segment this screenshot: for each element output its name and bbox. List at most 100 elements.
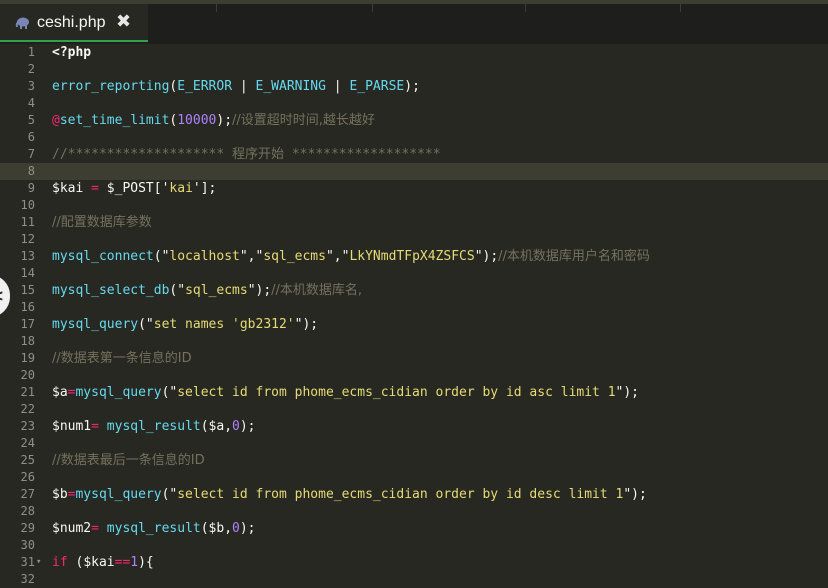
code-text: if ($kai==1){ — [52, 554, 154, 571]
code-token: if — [52, 555, 68, 570]
code-token: $num1 — [52, 419, 92, 434]
fold-toggle-icon[interactable]: ▾ — [36, 554, 41, 571]
code-token: $b — [208, 521, 225, 536]
code-text: //******************** 程序开始 ************… — [52, 146, 441, 163]
code-token: , — [224, 419, 233, 434]
code-token: mysql_query — [75, 487, 162, 502]
code-text: error_reporting(E_ERROR | E_WARNING | E_… — [52, 78, 420, 95]
code-text: <?php — [52, 44, 91, 61]
code-line[interactable]: 26 — [0, 469, 828, 486]
code-token: mysql_result — [106, 419, 201, 434]
code-token: ( — [67, 555, 84, 570]
tab-ceshi-php[interactable]: ceshi.php ✖ — [0, 4, 148, 42]
code-line[interactable]: 17 mysql_query("set names 'gb2312'"); — [0, 316, 828, 333]
code-line[interactable]: 10 — [0, 197, 828, 214]
code-token: 10000 — [177, 113, 217, 128]
code-text: //数据表第一条信息的ID — [52, 350, 192, 367]
code-line[interactable]: 2 — [0, 61, 828, 78]
line-number: 25 — [20, 453, 35, 467]
line-number: 11 — [20, 215, 35, 229]
code-line[interactable]: 24 — [0, 435, 828, 452]
line-number: 24 — [20, 436, 35, 450]
code-line[interactable]: 22 — [0, 401, 828, 418]
line-number: 20 — [20, 368, 35, 382]
code-line[interactable]: 19 //数据表第一条信息的ID — [0, 350, 828, 367]
line-number: 30 — [20, 538, 35, 552]
code-line[interactable]: 1 <?php — [0, 44, 828, 61]
code-token: sql_ecms — [185, 283, 248, 298]
code-line[interactable]: 11 //配置数据库参数 — [0, 214, 828, 231]
code-line[interactable]: 21 $a=mysql_query("select id from phome_e… — [0, 384, 828, 401]
code-token: kai — [169, 181, 193, 196]
line-number: 3 — [27, 79, 35, 93]
code-token: LkYNmdTFpX4ZSFCS — [349, 249, 475, 264]
code-text: //数据表最后一条信息的ID — [52, 452, 205, 469]
code-token: 0 — [232, 521, 240, 536]
code-token: set names 'gb2312' — [153, 317, 295, 332]
line-number: 26 — [20, 470, 35, 484]
code-line[interactable]: 30 — [0, 537, 828, 554]
code-line[interactable]: 20 — [0, 367, 828, 384]
line-number: 13 — [20, 249, 35, 263]
line-number: 28 — [20, 504, 35, 518]
line-number: 32 — [20, 572, 35, 586]
code-text: $num1= mysql_result($a,0); — [52, 418, 256, 435]
code-token: = — [91, 521, 107, 536]
code-token: ( — [200, 521, 209, 536]
code-line[interactable]: 5 @set_time_limit(10000);//设置超时时间,越长越好 — [0, 112, 828, 129]
line-number: 5 — [27, 113, 35, 127]
tab-divider — [372, 4, 373, 12]
code-line[interactable]: 13 mysql_connect("localhost","sql_ecms","… — [0, 248, 828, 265]
code-token: <?php — [52, 45, 92, 60]
code-line[interactable]: 3 error_reporting(E_ERROR | E_WARNING | E… — [0, 78, 828, 95]
code-line[interactable]: 28 — [0, 503, 828, 520]
line-number: 4 — [27, 96, 35, 110]
code-line[interactable]: 4 — [0, 95, 828, 112]
code-line[interactable]: 27 $b=mysql_query("select id from phome_e… — [0, 486, 828, 503]
code-line[interactable]: 7 //******************** 程序开始 ***********… — [0, 146, 828, 163]
code-token: //******************** 程序开始 ************… — [52, 147, 441, 162]
code-token: "); — [474, 249, 499, 264]
code-line[interactable]: 31 ▾ if ($kai==1){ — [0, 554, 828, 571]
tab-divider — [216, 4, 217, 12]
code-line[interactable]: 23 $num1= mysql_result($a,0); — [0, 418, 828, 435]
code-line[interactable]: 12 — [0, 231, 828, 248]
code-line[interactable]: 32 — [0, 571, 828, 588]
tab-divider — [525, 4, 526, 12]
line-number: 27 — [20, 487, 35, 501]
code-line[interactable]: 15 mysql_select_db("sql_ecms");//本机数据库名, — [0, 282, 828, 299]
code-token: == — [114, 555, 131, 570]
code-token: "," — [325, 249, 350, 264]
line-number: 8 — [27, 164, 35, 178]
code-token: "); — [247, 283, 272, 298]
code-token: //配置数据库参数 — [52, 215, 152, 230]
code-token: $kai — [52, 181, 84, 196]
close-icon[interactable]: ✖ — [116, 11, 131, 32]
code-token: 1 — [130, 555, 139, 570]
tab-bar: ceshi.php ✖ — [0, 0, 828, 44]
line-number: 1 — [27, 45, 35, 59]
code-token: mysql_query — [52, 317, 139, 332]
code-token: //设置超时时间,越长越好 — [232, 113, 375, 128]
code-line[interactable]: 14 — [0, 265, 828, 282]
code-line[interactable]: 8 — [0, 163, 828, 180]
php-elephant-icon — [15, 17, 29, 29]
line-number: 22 — [20, 402, 35, 416]
code-line[interactable]: 29 $num2= mysql_result($b,0); — [0, 520, 828, 537]
code-token: ); — [239, 521, 256, 536]
code-line[interactable]: 16 — [0, 299, 828, 316]
code-line[interactable]: 6 — [0, 129, 828, 146]
line-number: 7 — [27, 147, 35, 161]
code-token: E_PARSE — [349, 79, 405, 94]
code-token: [' — [153, 181, 170, 196]
code-line[interactable]: 18 — [0, 333, 828, 350]
code-line[interactable]: 25 //数据表最后一条信息的ID — [0, 452, 828, 469]
code-token: (" — [161, 385, 178, 400]
code-text: @set_time_limit(10000);//设置超时时间,越长越好 — [52, 112, 375, 129]
code-editor[interactable]: 1 <?php 2 3 error_reporting(E_ERROR | E_WARN… — [0, 44, 828, 588]
code-token: | — [325, 79, 350, 94]
code-token: localhost — [169, 249, 240, 264]
code-line[interactable]: 9 $kai = $_POST['kai']; — [0, 180, 828, 197]
code-token: | — [232, 79, 256, 94]
code-token: 0 — [232, 419, 240, 434]
